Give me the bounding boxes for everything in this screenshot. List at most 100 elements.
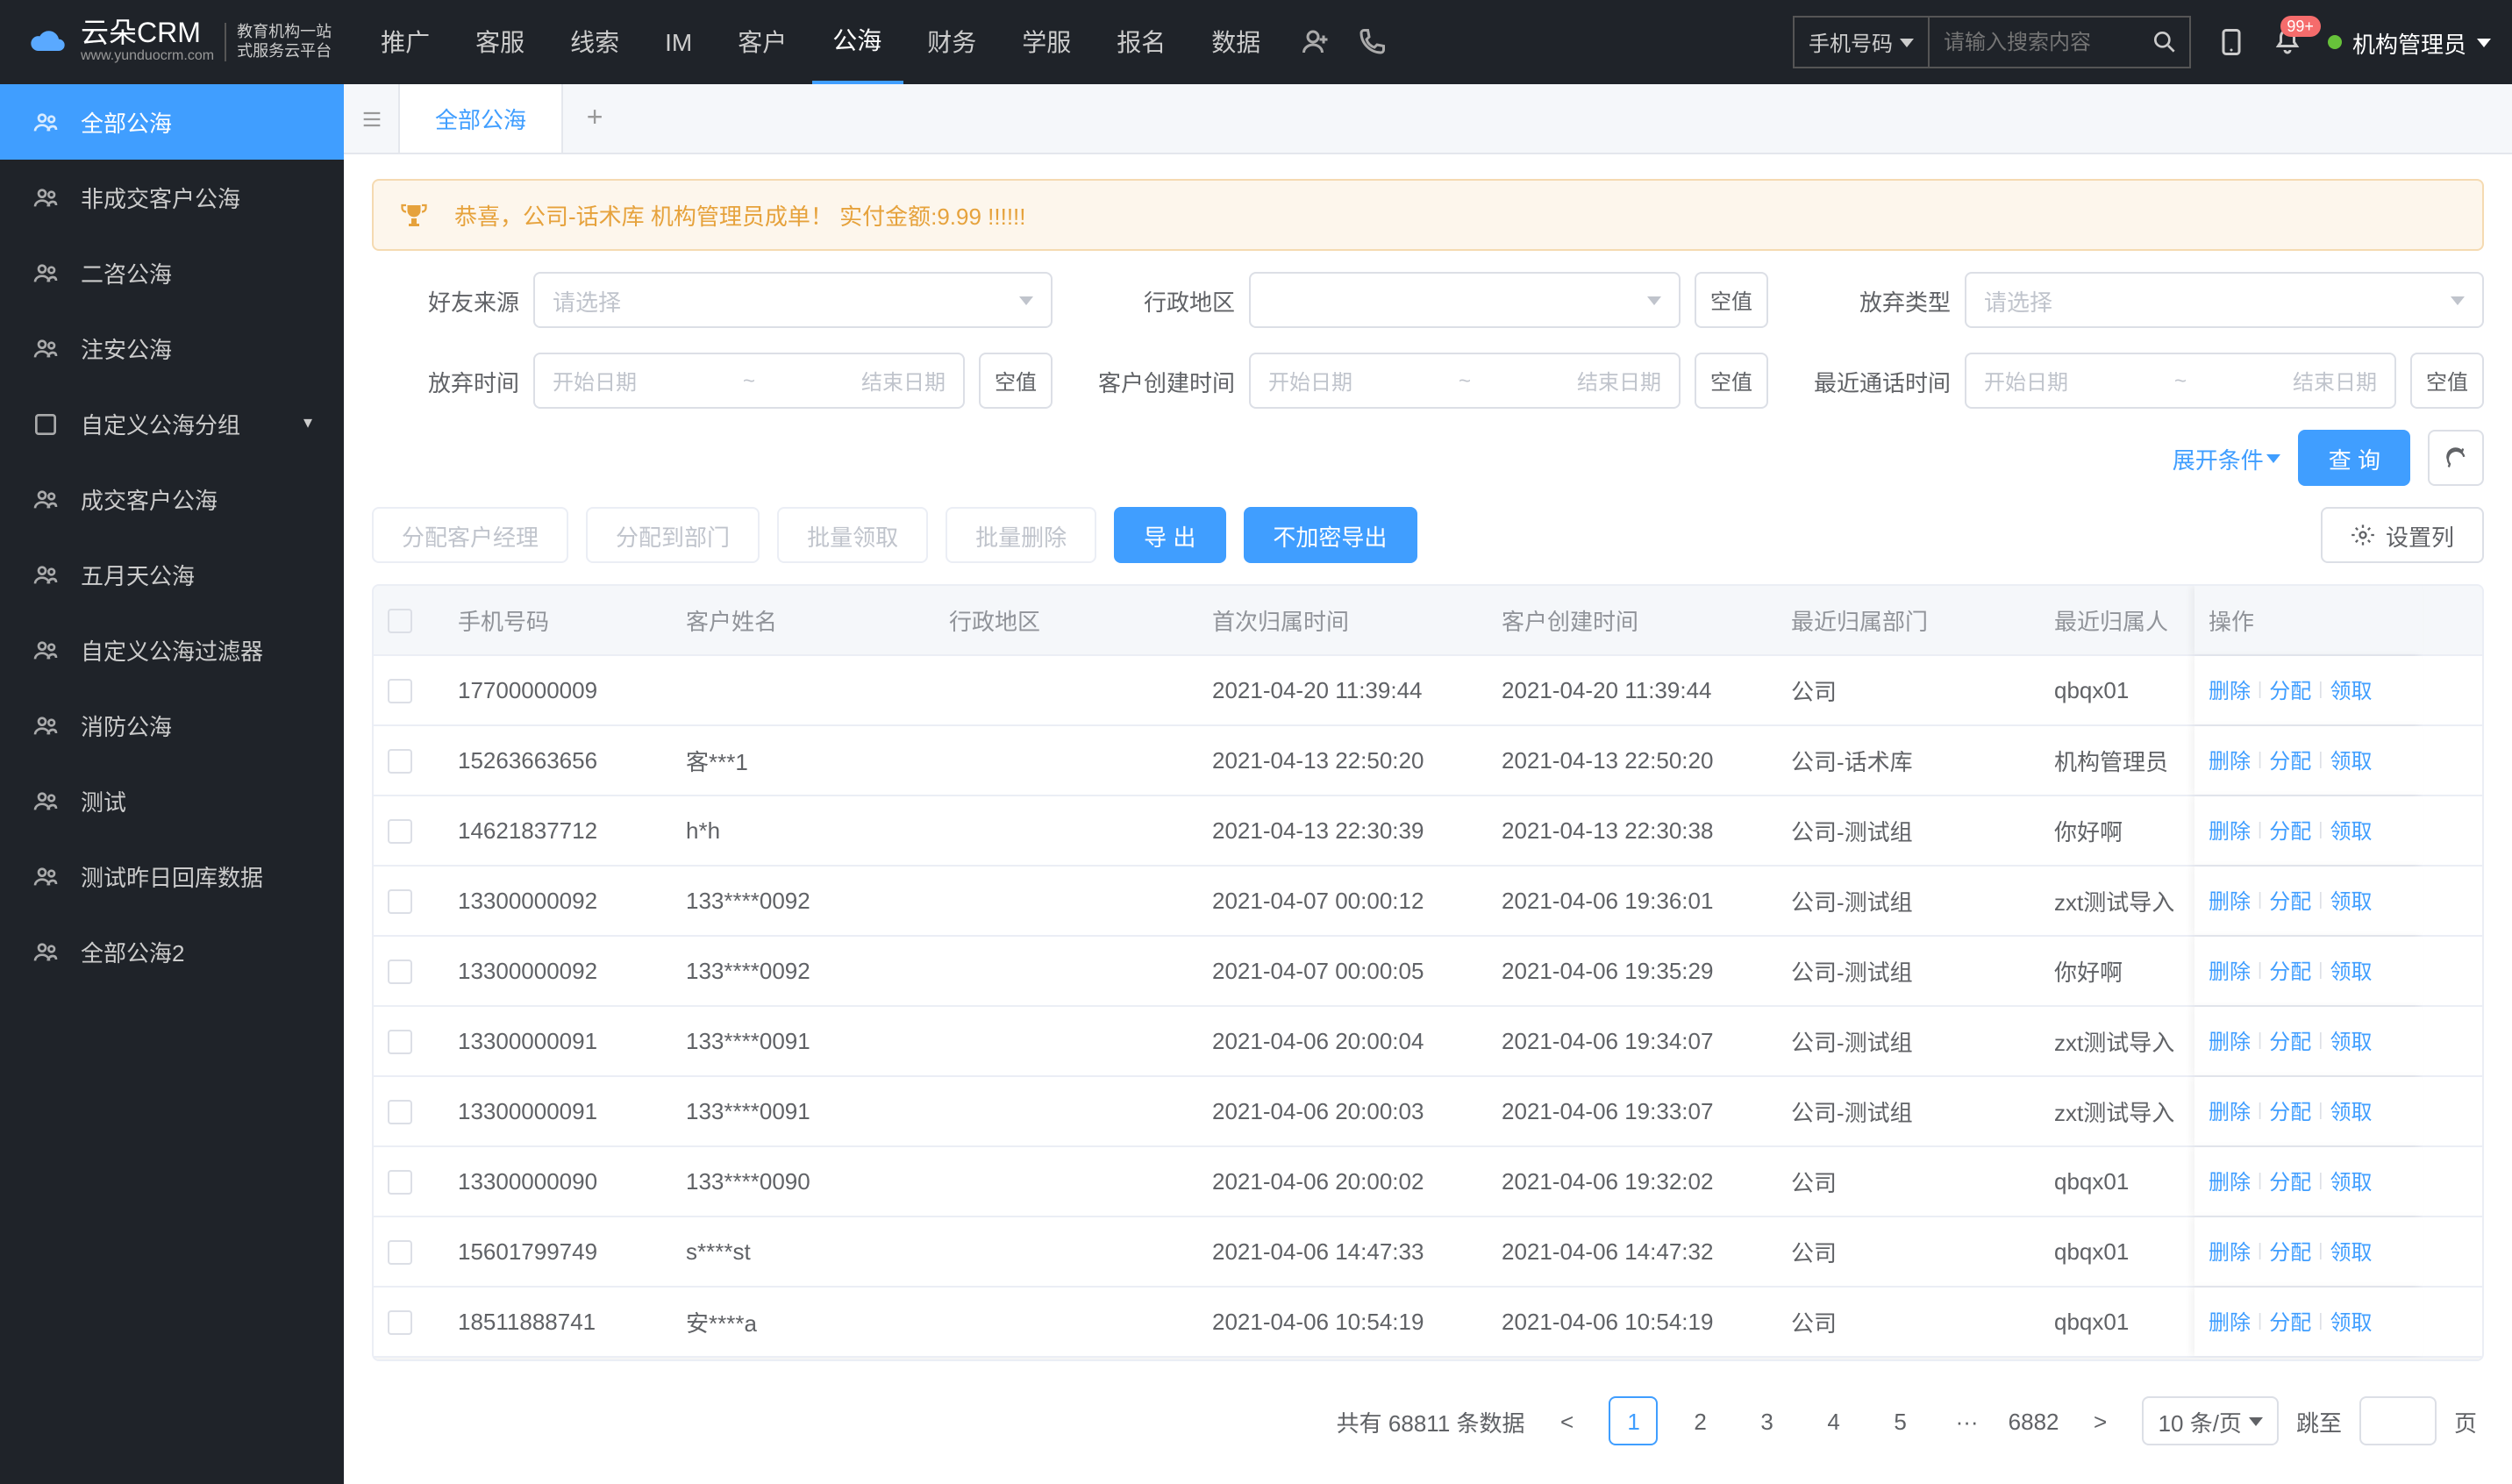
row-assign-link[interactable]: 分配 [2269,1167,2311,1196]
row-delete-link[interactable]: 删除 [2209,956,2251,986]
pager-page-2[interactable]: 2 [1676,1396,1725,1445]
row-assign-link[interactable]: 分配 [2269,1237,2311,1266]
nav-item-2[interactable]: 线索 [549,0,640,84]
sidebar-item-4[interactable]: 自定义公海分组▾ [0,386,344,461]
sidebar-item-0[interactable]: 全部公海 [0,84,344,160]
nav-item-5[interactable]: 公海 [811,0,903,84]
row-assign-link[interactable]: 分配 [2269,1096,2311,1126]
row-assign-link[interactable]: 分配 [2269,886,2311,916]
row-claim-link[interactable]: 领取 [2330,1096,2373,1126]
sidebar-item-10[interactable]: 测试昨日回库数据 [0,838,344,914]
range-create-time[interactable]: 开始日期~结束日期 [1249,353,1681,409]
pager-prev[interactable]: < [1543,1396,1592,1445]
export-plain-button[interactable]: 不加密导出 [1243,507,1417,563]
row-claim-link[interactable]: 领取 [2330,1167,2373,1196]
row-delete-link[interactable]: 删除 [2209,1167,2251,1196]
row-checkbox[interactable] [388,1309,412,1334]
set-columns-button[interactable]: 设置列 [2321,507,2484,563]
row-checkbox[interactable] [388,888,412,913]
refresh-button[interactable] [2428,430,2484,486]
row-assign-link[interactable]: 分配 [2269,675,2311,705]
row-checkbox[interactable] [388,1239,412,1264]
pager-jump-input[interactable] [2359,1396,2437,1445]
batch-delete-button[interactable]: 批量删除 [946,507,1096,563]
row-checkbox[interactable] [388,818,412,843]
query-button[interactable]: 查 询 [2299,430,2410,486]
nav-item-3[interactable]: IM [644,0,713,84]
row-claim-link[interactable]: 领取 [2330,1307,2373,1337]
null-call-time-button[interactable]: 空值 [2410,353,2484,409]
null-create-time-button[interactable]: 空值 [1695,353,1768,409]
search-input[interactable] [1930,30,2140,54]
row-assign-link[interactable]: 分配 [2269,816,2311,845]
checkbox-all[interactable] [388,608,412,632]
row-assign-link[interactable]: 分配 [2269,1307,2311,1337]
export-button[interactable]: 导 出 [1114,507,1225,563]
row-delete-link[interactable]: 删除 [2209,1026,2251,1056]
row-checkbox[interactable] [388,1169,412,1194]
row-delete-link[interactable]: 删除 [2209,746,2251,775]
tab-all-sea[interactable]: 全部公海 [400,84,563,153]
select-region[interactable] [1249,272,1681,328]
null-region-button[interactable]: 空值 [1695,272,1768,328]
row-delete-link[interactable]: 删除 [2209,675,2251,705]
pager-page-3[interactable]: 3 [1743,1396,1792,1445]
nav-item-4[interactable]: 客户 [717,0,808,84]
pager-page-5[interactable]: 5 [1876,1396,1925,1445]
row-delete-link[interactable]: 删除 [2209,1096,2251,1126]
row-assign-link[interactable]: 分配 [2269,746,2311,775]
row-claim-link[interactable]: 领取 [2330,816,2373,845]
phone-icon[interactable] [1355,26,1387,58]
pager-last[interactable]: 6882 [2009,1396,2059,1445]
expand-filters-link[interactable]: 展开条件 [2173,441,2281,474]
row-delete-link[interactable]: 删除 [2209,816,2251,845]
nav-item-7[interactable]: 学服 [1001,0,1092,84]
search-type-select[interactable]: 手机号码 [1795,18,1930,67]
pager-page-1[interactable]: 1 [1609,1396,1659,1445]
user-menu[interactable]: 机构管理员 [2328,25,2491,59]
assign-dept-button[interactable]: 分配到部门 [586,507,760,563]
nav-item-0[interactable]: 推广 [360,0,451,84]
sidebar-item-7[interactable]: 自定义公海过滤器 [0,612,344,688]
row-delete-link[interactable]: 删除 [2209,1307,2251,1337]
logo[interactable]: 云朵CRM www.yunduocrm.com 教育机构一站式服务云平台 [21,21,332,63]
row-claim-link[interactable]: 领取 [2330,1026,2373,1056]
sidebar-item-3[interactable]: 注安公海 [0,310,344,386]
horizontal-scrollbar[interactable] [374,1358,2482,1361]
sidebar-item-11[interactable]: 全部公海2 [0,914,344,989]
row-checkbox[interactable] [388,959,412,983]
row-claim-link[interactable]: 领取 [2330,956,2373,986]
nav-item-9[interactable]: 数据 [1190,0,1281,84]
row-claim-link[interactable]: 领取 [2330,746,2373,775]
row-checkbox[interactable] [388,1099,412,1124]
nav-item-1[interactable]: 客服 [454,0,546,84]
tabs-menu-icon[interactable] [344,84,400,153]
pager-size-select[interactable]: 10 条/页 [2143,1396,2279,1445]
add-user-icon[interactable] [1299,26,1331,58]
range-abandon-time[interactable]: 开始日期~结束日期 [533,353,965,409]
tablet-icon[interactable] [2216,26,2247,58]
row-checkbox[interactable] [388,1029,412,1053]
pager-page-4[interactable]: 4 [1809,1396,1859,1445]
sidebar-item-6[interactable]: 五月天公海 [0,537,344,612]
row-delete-link[interactable]: 删除 [2209,1237,2251,1266]
row-claim-link[interactable]: 领取 [2330,886,2373,916]
tab-add-icon[interactable]: + [563,84,626,153]
sidebar-item-2[interactable]: 二咨公海 [0,235,344,310]
select-source[interactable]: 请选择 [533,272,1053,328]
search-icon[interactable] [2140,28,2189,56]
null-abandon-time-button[interactable]: 空值 [979,353,1053,409]
pager-next[interactable]: > [2076,1396,2125,1445]
nav-item-6[interactable]: 财务 [906,0,997,84]
row-claim-link[interactable]: 领取 [2330,675,2373,705]
sidebar-item-5[interactable]: 成交客户公海 [0,461,344,537]
row-checkbox[interactable] [388,748,412,773]
select-abandon-type[interactable]: 请选择 [1965,272,2484,328]
row-claim-link[interactable]: 领取 [2330,1237,2373,1266]
sidebar-item-8[interactable]: 消防公海 [0,688,344,763]
pager-ellipsis[interactable]: ··· [1943,1396,1992,1445]
row-assign-link[interactable]: 分配 [2269,1026,2311,1056]
row-checkbox[interactable] [388,678,412,703]
notifications-icon[interactable]: 99+ [2272,26,2303,58]
sidebar-item-1[interactable]: 非成交客户公海 [0,160,344,235]
